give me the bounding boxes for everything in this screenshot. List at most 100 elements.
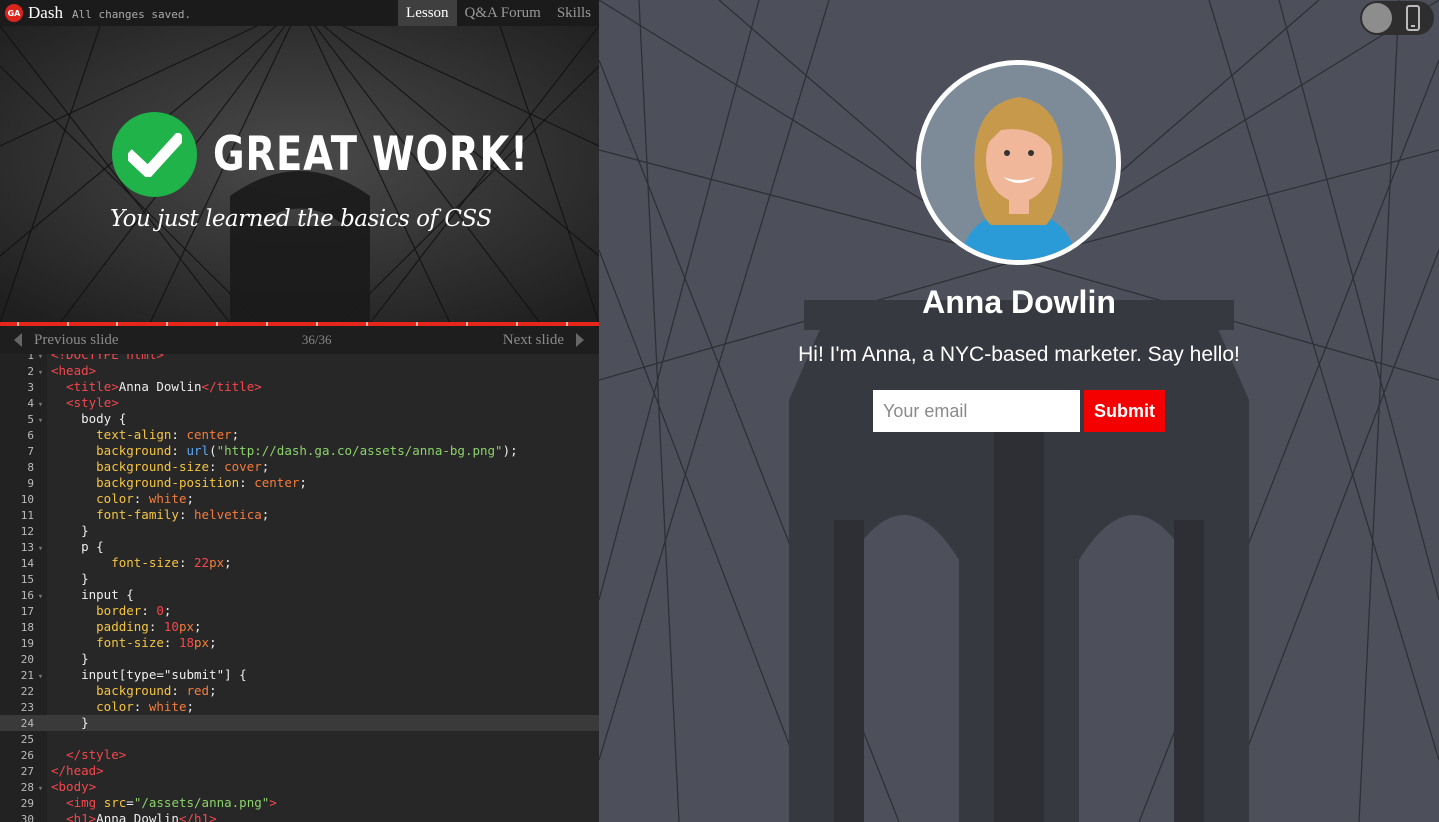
code-line[interactable]: 25 [0,731,599,747]
code-token: } [51,571,89,586]
phone-icon [1406,5,1420,31]
line-number: 29 [20,797,34,810]
code-token: ; [209,635,217,650]
code-line[interactable]: 30 <h1>Anna Dowlin</h1> [0,811,599,822]
toggle-knob[interactable] [1362,3,1392,33]
code-token: <body> [51,779,97,794]
next-slide-button[interactable]: Next slide [503,332,599,349]
code-text: font-family: helvetica; [51,507,269,523]
code-text: } [51,571,89,587]
code-line[interactable]: 4 ▾ <style> [0,395,599,411]
code-line[interactable]: 11 font-family: helvetica; [0,507,599,523]
code-line[interactable]: 19 font-size: 18px; [0,635,599,651]
code-token: ; [194,619,202,634]
code-token: } [51,715,89,730]
previous-slide-button[interactable]: Previous slide [0,332,119,349]
code-line[interactable]: 16 ▾ input { [0,587,599,603]
code-line[interactable]: 3 <title>Anna Dowlin</title> [0,379,599,395]
code-token: ; [186,699,195,714]
code-token: Anna Dowlin [118,379,202,394]
code-line[interactable]: 7 background: url("http://dash.ga.co/ass… [0,443,599,459]
code-line[interactable]: 6 text-align: center; [0,427,599,443]
code-line[interactable]: 27 </head> [0,763,599,779]
code-token: </style> [66,747,127,762]
code-line[interactable]: 13 ▾ p { [0,539,599,555]
code-line[interactable]: 15 } [0,571,599,587]
code-line[interactable]: 12 } [0,523,599,539]
code-line[interactable]: 26 </style> [0,747,599,763]
code-editor[interactable]: 1 ▾ <!DOCTYPE html> 2 ▾ <head> 3 <title>Anna D… [0,354,599,822]
code-token: <head> [51,363,97,378]
line-number: 19 [20,637,34,650]
code-token: ); [502,443,518,458]
code-token: center [186,427,232,442]
code-text: <style> [51,395,119,411]
submit-button[interactable]: Submit [1084,390,1165,432]
lesson-panel: GA Dash All changes saved. Lesson Q&A Fo… [0,0,599,822]
code-text: text-align: center; [51,427,239,443]
line-number: 9 [27,477,34,490]
code-line[interactable]: 20 } [0,651,599,667]
line-number: 20 [20,653,34,666]
line-number: 21 [20,669,34,682]
email-field[interactable] [873,390,1080,432]
code-token: </title> [201,379,262,394]
code-line[interactable]: 29 <img src="/assets/anna.png"> [0,795,599,811]
code-line[interactable]: 5 ▾ body { [0,411,599,427]
code-line[interactable]: 2 ▾ <head> [0,363,599,379]
line-number: 11 [20,509,34,522]
code-text: background-position: center; [51,475,307,491]
line-number: 22 [20,685,34,698]
code-text: background: url("http://dash.ga.co/asset… [51,443,518,459]
code-token: </head> [51,763,104,778]
tab-lesson[interactable]: Lesson [398,0,457,26]
code-token: ; [299,475,307,490]
code-token: white [148,699,187,714]
code-token: padding [96,619,149,634]
code-line[interactable]: 28 ▾ <body> [0,779,599,795]
code-token: } [51,651,89,666]
code-token: : [133,491,149,506]
code-token: color [96,699,134,714]
slide-counter: 36/36 [301,332,332,347]
code-line[interactable]: 1 ▾ <!DOCTYPE html> [0,354,599,363]
previous-slide-label: Previous slide [34,331,119,348]
code-token: ; [224,555,232,570]
line-number: 6 [27,429,34,442]
code-token: body { [51,411,127,426]
code-line[interactable]: 9 background-position: center; [0,475,599,491]
code-token: input { [51,587,134,602]
code-line[interactable]: 14 font-size: 22px; [0,555,599,571]
code-token: "/assets/anna.png" [133,795,270,810]
line-number: 5 [27,413,34,426]
tab-qa-forum[interactable]: Q&A Forum [457,0,549,26]
code-line[interactable]: 23 color: white; [0,699,599,715]
code-token: font-family [96,507,179,522]
code-token: ; [261,507,270,522]
code-text: color: white; [51,491,194,507]
code-token: background-position [96,475,240,490]
code-line[interactable]: 22 background: red; [0,683,599,699]
line-number: 18 [20,621,34,634]
profile-name: Anna Dowlin [922,284,1116,320]
code-token: 18 [178,635,195,650]
ga-logo[interactable]: GA [5,4,23,22]
code-line[interactable]: 10 color: white; [0,491,599,507]
code-token: ; [209,683,217,698]
code-line[interactable]: 24 } [0,715,599,731]
top-bar: GA Dash All changes saved. Lesson Q&A Fo… [0,0,599,26]
tab-skills[interactable]: Skills [549,0,599,26]
code-line[interactable]: 18 padding: 10px; [0,619,599,635]
code-line[interactable]: 21 ▾ input[type="submit"] { [0,667,599,683]
code-line[interactable]: 8 background-size: cover; [0,459,599,475]
code-text: <img src="/assets/anna.png"> [51,795,277,811]
device-toggle[interactable] [1360,1,1434,35]
code-line[interactable]: 17 border: 0; [0,603,599,619]
code-text: <h1>Anna Dowlin</h1> [51,811,217,822]
code-text: font-size: 22px; [51,555,232,571]
